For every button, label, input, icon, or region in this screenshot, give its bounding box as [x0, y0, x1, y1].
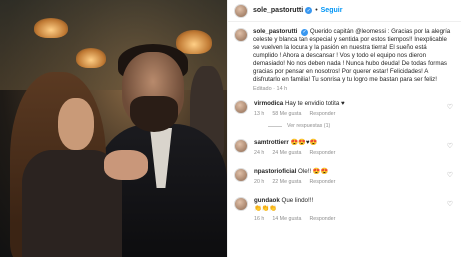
comment-username[interactable]: virmodica [254, 100, 283, 107]
avatar[interactable] [234, 28, 248, 42]
comment: virmodica Hay te envidio totita ♥ 13 h 58… [228, 100, 461, 117]
comment: npastorioficial Ole!! 😍😍 20 h 22 Me gusta… [228, 168, 461, 185]
lamp [34, 18, 68, 38]
heart-icon[interactable]: ♡ [447, 142, 453, 150]
verified-badge-icon: ✓ [301, 28, 309, 36]
caption-text: sole_pastorutti ✓ Querido capitán @leome… [253, 28, 453, 84]
reply-button[interactable]: Responder [309, 111, 335, 117]
post-header: sole_pastorutti ✓ • Seguir [228, 0, 461, 22]
heart-icon[interactable]: ♡ [447, 200, 453, 208]
reply-button[interactable]: Responder [309, 150, 335, 156]
reply-button[interactable]: Responder [309, 179, 335, 185]
comment-username[interactable]: npastorioficial [254, 168, 296, 175]
follow-button[interactable]: Seguir [321, 7, 343, 14]
comment-text: Ole!! 😍😍 [298, 168, 329, 175]
caption: sole_pastorutti ✓ Querido capitán @leome… [228, 22, 461, 84]
divider [268, 125, 282, 127]
lamp [76, 48, 106, 68]
verified-badge-icon: ✓ [305, 7, 313, 14]
caption-username[interactable]: sole_pastorutti [253, 28, 297, 35]
caption-meta: Editado · 14 h [253, 86, 288, 92]
post-panel: sole_pastorutti ✓ • Seguir sole_pastorut… [227, 0, 461, 257]
view-replies-label: Ver respuestas (1) [287, 123, 331, 129]
comment-likes[interactable]: 14 Me gusta [272, 216, 301, 222]
comment-time: 13 h [254, 111, 265, 117]
post-photo [0, 0, 227, 257]
comment-emoji: 👏👏👏 [254, 205, 278, 212]
comment-likes[interactable]: 22 Me gusta [272, 179, 301, 185]
comment-username[interactable]: gundaok [254, 197, 280, 204]
avatar[interactable] [234, 139, 248, 153]
comment-likes[interactable]: 24 Me gusta [272, 150, 301, 156]
view-replies-button[interactable]: Ver respuestas (1) [268, 123, 461, 129]
avatar[interactable] [234, 168, 248, 182]
post-username[interactable]: sole_pastorutti [253, 7, 303, 14]
reply-button[interactable]: Responder [309, 216, 335, 222]
comment-time: 16 h [254, 216, 265, 222]
comment-likes[interactable]: 58 Me gusta [272, 111, 301, 117]
avatar[interactable] [234, 197, 248, 211]
hands [104, 150, 148, 180]
comment-text: Que lindo!!! [281, 197, 314, 204]
comment: samtrottierr 😍😍♥😍 24 h 24 Me gusta Respond… [228, 139, 461, 156]
avatar[interactable] [234, 3, 248, 18]
separator-dot: • [315, 7, 318, 14]
woman-face [58, 98, 94, 150]
comment-username[interactable]: samtrottierr [254, 139, 289, 146]
heart-icon[interactable]: ♡ [447, 103, 453, 111]
comment-text: 😍😍♥😍 [290, 139, 318, 146]
comment-time: 20 h [254, 179, 265, 185]
man-beard [130, 96, 178, 132]
comment-text: Hay te envidio totita ♥ [284, 100, 345, 107]
avatar[interactable] [234, 100, 248, 114]
heart-icon[interactable]: ♡ [447, 171, 453, 179]
comment: gundaok Que lindo!!! 👏👏👏 16 h 14 Me gusta… [228, 197, 461, 222]
lamp [176, 30, 212, 54]
caption-body: Querido capitán @leomessi : Gracias por … [253, 28, 451, 83]
comment-time: 24 h [254, 150, 265, 156]
